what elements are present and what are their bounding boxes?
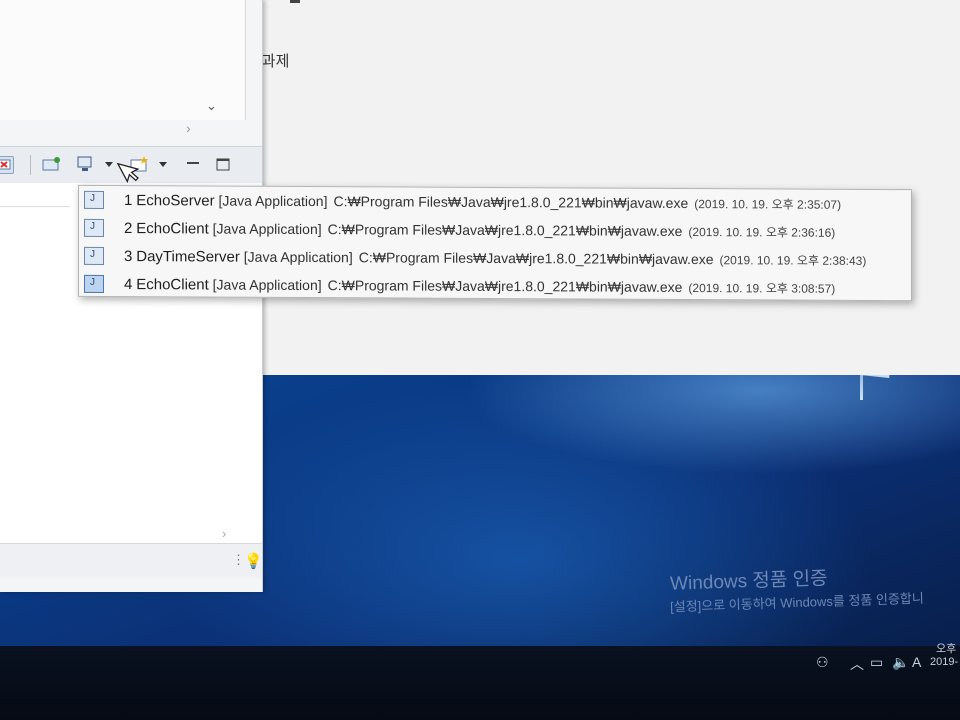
volume-icon[interactable]: 🔈	[892, 654, 909, 671]
dropdown-arrow-icon[interactable]	[104, 156, 114, 172]
chevron-right-icon[interactable]: ›	[186, 120, 191, 136]
item-type: [Java Application]	[243, 248, 353, 266]
chevron-down-icon[interactable]: ⌄	[206, 98, 217, 114]
item-index: 4	[124, 275, 133, 293]
ime-indicator[interactable]: A	[912, 654, 921, 670]
list-item[interactable]: 2 EchoClient [Java Application] C:₩Progr…	[79, 214, 911, 246]
item-name: EchoServer	[136, 191, 215, 210]
list-item-selected[interactable]: 4 EchoClient [Java Application] C:₩Progr…	[79, 270, 911, 302]
maximize-icon[interactable]	[214, 156, 232, 172]
display-selected-console-icon[interactable]	[0, 156, 14, 174]
console-divider	[0, 206, 70, 207]
java-application-icon	[84, 274, 104, 293]
item-name: EchoClient	[136, 219, 209, 238]
item-path: C:₩Program Files₩Java₩jre1.8.0_221₩bin₩j…	[327, 277, 683, 295]
list-item[interactable]: 1 EchoServer [Java Application] C:₩Progr…	[79, 186, 911, 218]
item-timestamp: (2019. 10. 19. 오후 2:35:07)	[694, 196, 842, 212]
clock-time[interactable]: 오후	[936, 640, 956, 656]
pin-console-icon[interactable]	[42, 156, 60, 172]
status-bar	[0, 543, 262, 578]
people-icon[interactable]: ⚇	[816, 654, 829, 671]
chevron-up-icon[interactable]: ︿	[850, 654, 864, 674]
clock-date[interactable]: 2019-	[930, 656, 958, 668]
item-index: 3	[124, 247, 133, 265]
java-application-icon	[84, 190, 104, 209]
network-icon[interactable]: ▭	[870, 654, 883, 671]
console-history-dropdown: 1 EchoServer [Java Application] C:₩Progr…	[78, 184, 912, 302]
item-index: 1	[124, 191, 133, 209]
item-type: [Java Application]	[218, 192, 328, 210]
item-name: DayTimeServer	[136, 247, 240, 266]
item-path: C:₩Program Files₩Java₩jre1.8.0_221₩bin₩j…	[333, 193, 689, 212]
item-path: C:₩Program Files₩Java₩jre1.8.0_221₩bin₩j…	[358, 249, 714, 268]
toolbar-separator	[30, 155, 31, 175]
document-underscore	[290, 0, 300, 3]
list-item[interactable]: 3 DayTimeServer [Java Application] C:₩Pr…	[79, 242, 911, 274]
item-index: 2	[124, 219, 133, 237]
item-timestamp: (2019. 10. 19. 오후 3:08:57)	[688, 280, 836, 296]
lightbulb-icon[interactable]: 💡	[244, 552, 263, 570]
item-type: [Java Application]	[212, 220, 322, 238]
item-name: EchoClient	[136, 275, 209, 294]
scroll-right-icon[interactable]: ›	[222, 526, 226, 541]
item-path: C:₩Program Files₩Java₩jre1.8.0_221₩bin₩j…	[327, 221, 683, 239]
java-application-icon	[84, 246, 104, 265]
chevron-down-icon[interactable]	[158, 156, 168, 172]
java-application-icon	[84, 218, 104, 237]
item-timestamp: (2019. 10. 19. 오후 2:38:43)	[719, 252, 867, 268]
item-timestamp: (2019. 10. 19. 오후 2:36:16)	[688, 224, 836, 240]
minimize-icon[interactable]	[184, 156, 202, 172]
display-console-icon[interactable]	[76, 156, 94, 172]
item-type: [Java Application]	[212, 276, 322, 294]
